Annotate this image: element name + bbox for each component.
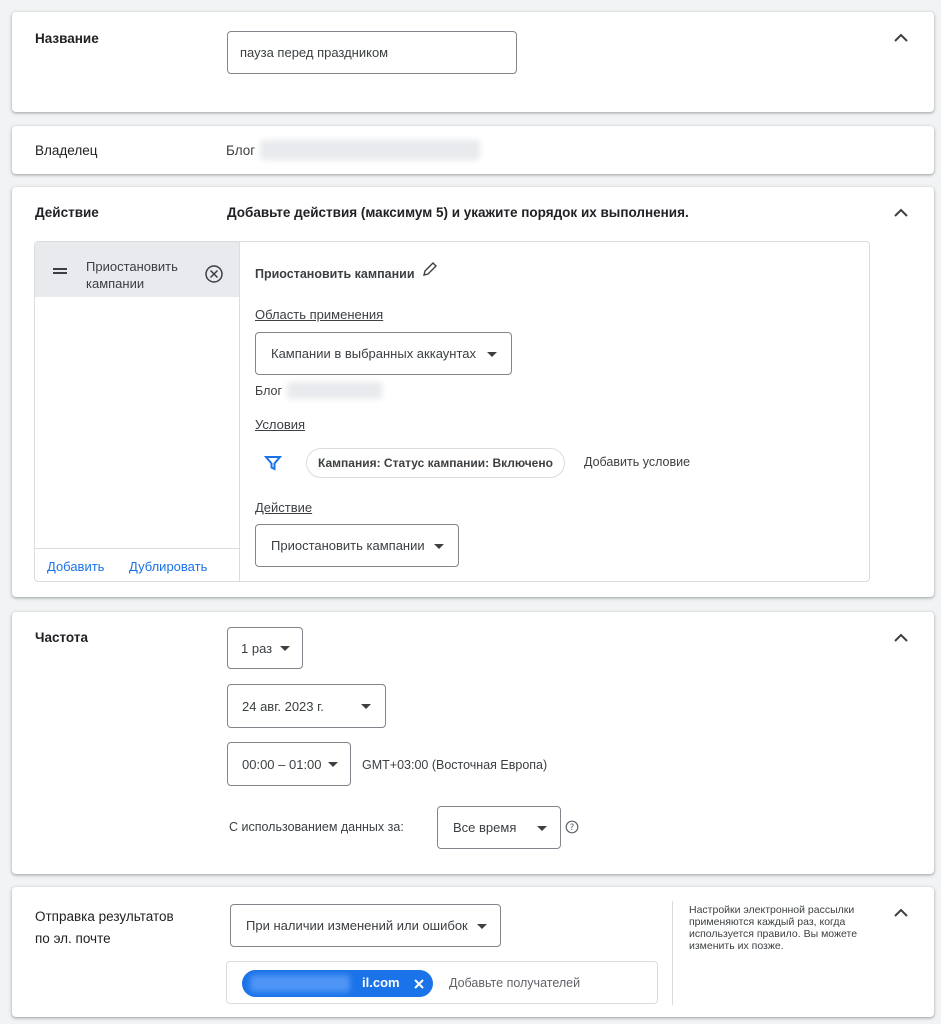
action-list-item-label: Приостановить кампании: [86, 259, 178, 291]
data-range-dropdown[interactable]: Все время: [437, 806, 561, 849]
account-name: Блог: [255, 384, 283, 398]
owner-redacted: [260, 140, 480, 160]
recipient-chip[interactable]: il.com: [242, 970, 433, 997]
dropdown-arrow-icon: [477, 924, 487, 929]
dropdown-arrow-icon: [328, 762, 338, 767]
dropdown-arrow-icon: [361, 704, 371, 709]
action-type-dropdown[interactable]: Приостановить кампании: [255, 524, 459, 567]
action-type-label: Действие: [255, 500, 313, 515]
email-settings-note: Настройки электронной рассылки применяют…: [689, 904, 858, 952]
data-range-label: С использованием данных за:: [229, 820, 404, 834]
scope-label: Область применения: [255, 307, 384, 322]
rule-name-value: пауза перед праздником: [240, 45, 389, 60]
svg-text:?: ?: [570, 823, 575, 833]
time-value: 00:00 – 01:00: [242, 756, 322, 772]
action-editor-panel: Приостановить кампании Добавить Дублиров…: [34, 241, 870, 582]
dropdown-arrow-icon: [537, 826, 547, 831]
action-list-footer: Добавить Дублировать: [35, 548, 239, 581]
owner-section-label: Владелец: [35, 143, 98, 158]
help-question-icon[interactable]: ?: [565, 820, 579, 834]
add-recipients-input[interactable]: Добавьте получателей: [449, 976, 580, 990]
date-dropdown[interactable]: 24 авг. 2023 г.: [227, 684, 386, 728]
email-divider: [672, 901, 673, 1005]
action-section-description: Добавьте действия (максимум 5) и укажите…: [227, 205, 689, 220]
remove-recipient-x-icon[interactable]: [413, 978, 425, 990]
remove-circle-x-icon[interactable]: [204, 264, 224, 284]
frequency-section-label: Частота: [35, 630, 88, 645]
email-label-line2: по эл. почте: [35, 931, 111, 946]
dropdown-arrow-icon: [434, 544, 444, 549]
date-value: 24 авг. 2023 г.: [242, 698, 324, 714]
filter-funnel-icon: [263, 454, 283, 472]
collapse-chevron-up-icon[interactable]: [891, 628, 911, 648]
condition-chip-label: Кампания: Статус кампании: Включено: [318, 456, 553, 470]
repeat-value: 1 раз: [241, 640, 273, 656]
action-list: Приостановить кампании Добавить Дублиров…: [35, 242, 240, 581]
drag-handle-icon[interactable]: [53, 268, 67, 274]
edit-pencil-icon[interactable]: [421, 260, 439, 278]
action-detail-title: Приостановить кампании: [255, 267, 415, 281]
collapse-chevron-up-icon[interactable]: [891, 28, 911, 48]
email-label-line1: Отправка результатов: [35, 909, 174, 924]
dropdown-arrow-icon: [280, 646, 290, 651]
recipient-redacted: [250, 975, 350, 992]
recipient-chip-label: il.com: [362, 975, 400, 990]
action-card: Действие Добавьте действия (максимум 5) …: [12, 187, 934, 597]
scope-value: Кампании в выбранных аккаунтах: [271, 346, 477, 361]
send-condition-value: При наличии изменений или ошибок: [246, 918, 468, 933]
duplicate-action-button[interactable]: Дублировать: [129, 559, 207, 574]
action-list-item[interactable]: Приостановить кампании: [35, 242, 239, 297]
name-section-label: Название: [35, 31, 99, 46]
collapse-chevron-up-icon[interactable]: [891, 903, 911, 923]
time-dropdown[interactable]: 00:00 – 01:00: [227, 742, 351, 786]
collapse-chevron-up-icon[interactable]: [891, 203, 911, 223]
conditions-label: Условия: [255, 417, 306, 432]
add-action-button[interactable]: Добавить: [47, 559, 104, 574]
add-condition-button[interactable]: Добавить условие: [584, 455, 690, 469]
account-redacted: [287, 382, 382, 399]
action-type-value: Приостановить кампании: [271, 538, 425, 553]
email-section-label: Отправка результатов по эл. почте: [35, 906, 174, 950]
email-card: Отправка результатов по эл. почте При на…: [12, 887, 934, 1017]
scope-dropdown[interactable]: Кампании в выбранных аккаунтах: [255, 332, 512, 375]
data-range-value: Все время: [453, 820, 517, 835]
owner-value: Блог: [226, 143, 256, 158]
name-card: Название пауза перед праздником: [12, 12, 934, 112]
timezone-text: GMT+03:00 (Восточная Европа): [362, 758, 548, 772]
dropdown-arrow-icon: [487, 352, 497, 357]
recipients-field[interactable]: il.com Добавьте получателей: [226, 961, 658, 1004]
repeat-dropdown[interactable]: 1 раз: [227, 627, 303, 669]
rule-name-input[interactable]: пауза перед праздником: [227, 31, 517, 74]
action-section-label: Действие: [35, 205, 99, 220]
owner-card: Владелец Блог: [12, 126, 934, 174]
frequency-card: Частота 1 раз 24 авг. 2023 г. 00:00 – 01…: [12, 612, 934, 874]
condition-chip[interactable]: Кампания: Статус кампании: Включено: [306, 448, 565, 478]
send-condition-dropdown[interactable]: При наличии изменений или ошибок: [230, 904, 501, 947]
